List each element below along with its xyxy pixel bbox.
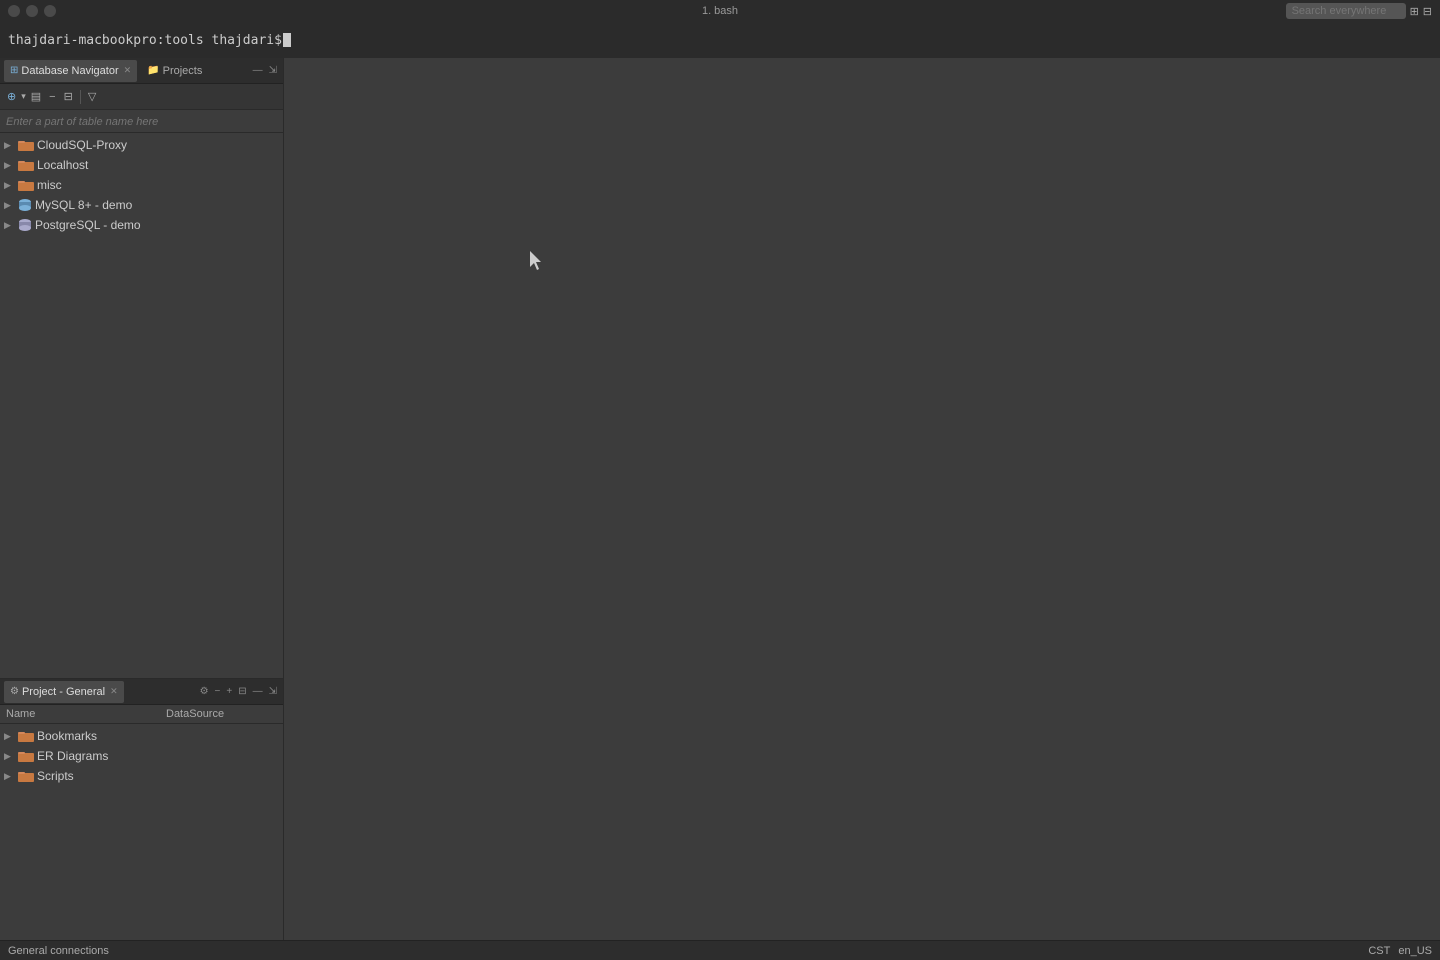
- misc-label: misc: [37, 178, 62, 192]
- col-header-name: Name: [6, 708, 166, 720]
- scripts-folder-icon: [18, 770, 34, 782]
- bookmarks-arrow: ▶: [4, 731, 18, 742]
- tab-database-navigator[interactable]: ⊞ Database Navigator ✕: [4, 60, 137, 82]
- db-navigator-icon: ⊞: [10, 65, 18, 76]
- mysql-db-icon: [18, 198, 32, 212]
- tab-projects-label: Projects: [163, 65, 203, 77]
- cursor-position: [530, 251, 544, 274]
- col-header-datasource: DataSource: [166, 708, 277, 720]
- tab-projects[interactable]: 📁 Projects: [141, 60, 208, 82]
- er-diagrams-folder-icon: [18, 750, 34, 762]
- scripts-arrow: ▶: [4, 771, 18, 782]
- project-general-panel: ⚙ Project - General ✕ ⚙ − + ⊟ — ⇲ Name D…: [0, 678, 283, 788]
- database-tree: ▶ CloudSQL-Proxy ▶: [0, 133, 283, 678]
- tab-project-general-close[interactable]: ✕: [110, 686, 118, 697]
- mysql-arrow: ▶: [4, 200, 18, 211]
- project-gear-icon: ⚙: [10, 686, 19, 697]
- title-bar: 1. bash ⊞ ⊟: [0, 0, 1440, 22]
- table-search-input[interactable]: [6, 116, 277, 128]
- top-panel-tab-bar: ⊞ Database Navigator ✕ 📁 Projects — ⇲: [0, 58, 283, 84]
- tree-item-localhost[interactable]: ▶ Localhost: [0, 155, 283, 175]
- main-layout: ⊞ Database Navigator ✕ 📁 Projects — ⇲ ⊕ …: [0, 58, 1440, 940]
- status-locale: en_US: [1398, 945, 1432, 957]
- cloudsql-arrow: ▶: [4, 140, 18, 151]
- status-bar: General connections CST en_US: [0, 940, 1440, 960]
- tree-item-mysql[interactable]: ▶ MySQL 8+ - demo: [0, 195, 283, 215]
- top-panel-toolbar: ⊕ ▾ ▤ − ⊟ ▽: [0, 84, 283, 110]
- top-panel-search: [0, 110, 283, 133]
- bottom-panel-window-icon[interactable]: ⇲: [267, 685, 279, 698]
- postgresql-arrow: ▶: [4, 220, 18, 231]
- projects-icon: 📁: [147, 65, 159, 76]
- maximize-button[interactable]: [44, 5, 56, 17]
- left-panel: ⊞ Database Navigator ✕ 📁 Projects — ⇲ ⊕ …: [0, 58, 284, 940]
- terminal-area[interactable]: thajdari-macbookpro:tools thajdari$: [0, 22, 1440, 58]
- group-button[interactable]: ▤: [28, 88, 44, 105]
- minimize-button[interactable]: [26, 5, 38, 17]
- new-connection-button[interactable]: ⊕: [4, 88, 19, 105]
- tab-project-general[interactable]: ⚙ Project - General ✕: [4, 681, 124, 703]
- localhost-arrow: ▶: [4, 160, 18, 171]
- top-panel-actions: — ⇲: [251, 64, 279, 77]
- misc-arrow: ▶: [4, 180, 18, 191]
- status-right: CST en_US: [1368, 945, 1432, 957]
- tab-project-general-label: Project - General: [22, 686, 105, 698]
- tree-item-scripts[interactable]: ▶ Scripts: [0, 766, 283, 786]
- cloudsql-folder-icon: [18, 139, 34, 151]
- bottom-panel-tab-bar: ⚙ Project - General ✕ ⚙ − + ⊟ — ⇲: [0, 679, 283, 705]
- close-button[interactable]: [8, 5, 20, 17]
- terminal-prompt: thajdari-macbookpro:tools thajdari$: [8, 33, 282, 48]
- top-panel-collapse-icon[interactable]: —: [251, 64, 265, 77]
- top-panel-expand-icon[interactable]: ⇲: [267, 64, 279, 77]
- bottom-panel-collapse-icon[interactable]: —: [251, 685, 265, 698]
- bottom-panel-minus-icon[interactable]: −: [213, 685, 223, 698]
- window-controls: [0, 5, 56, 17]
- er-diagrams-arrow: ▶: [4, 751, 18, 762]
- terminal-cursor: [283, 33, 291, 47]
- tree-item-bookmarks[interactable]: ▶ Bookmarks: [0, 726, 283, 746]
- tree-item-er-diagrams[interactable]: ▶ ER Diagrams: [0, 746, 283, 766]
- bottom-panel-plus-icon[interactable]: +: [224, 685, 234, 698]
- window-title: 1. bash: [702, 5, 738, 17]
- bottom-panel-actions: ⚙ − + ⊟ — ⇲: [198, 685, 279, 698]
- toolbar-sep-1: [80, 90, 81, 104]
- bottom-panel-gear-icon[interactable]: ⚙: [198, 685, 211, 698]
- tab-database-navigator-close[interactable]: ✕: [124, 65, 132, 76]
- tab-database-navigator-label: Database Navigator: [21, 65, 118, 77]
- title-bar-actions: ⊞ ⊟: [1286, 3, 1440, 19]
- status-cst: CST: [1368, 945, 1390, 957]
- properties-button[interactable]: ⊟: [61, 88, 76, 105]
- status-connections-text: General connections: [8, 945, 1368, 957]
- postgresql-label: PostgreSQL - demo: [35, 218, 141, 232]
- localhost-label: Localhost: [37, 158, 88, 172]
- global-search-input[interactable]: [1286, 3, 1406, 19]
- bottom-panel-columns: Name DataSource: [0, 705, 283, 724]
- tree-item-postgresql[interactable]: ▶ PostgreSQL - demo: [0, 215, 283, 235]
- tree-item-misc[interactable]: ▶ misc: [0, 175, 283, 195]
- localhost-folder-icon: [18, 159, 34, 171]
- tree-item-cloudsql[interactable]: ▶ CloudSQL-Proxy: [0, 135, 283, 155]
- new-connection-dropdown[interactable]: ▾: [21, 91, 26, 102]
- scripts-label: Scripts: [37, 769, 74, 783]
- mysql-label: MySQL 8+ - demo: [35, 198, 132, 212]
- misc-folder-icon: [18, 179, 34, 191]
- cloudsql-label: CloudSQL-Proxy: [37, 138, 127, 152]
- layout-icon[interactable]: ⊞: [1410, 5, 1419, 18]
- main-content-area: [284, 58, 1440, 940]
- postgresql-db-icon: [18, 218, 32, 232]
- minus-button[interactable]: −: [46, 89, 58, 105]
- project-general-tree: ▶ Bookmarks ▶: [0, 724, 283, 788]
- er-diagrams-label: ER Diagrams: [37, 749, 108, 763]
- split-icon[interactable]: ⊟: [1423, 5, 1432, 18]
- database-navigator-panel: ⊞ Database Navigator ✕ 📁 Projects — ⇲ ⊕ …: [0, 58, 283, 678]
- bookmarks-folder-icon: [18, 730, 34, 742]
- bookmarks-label: Bookmarks: [37, 729, 97, 743]
- filter-button[interactable]: ▽: [85, 88, 99, 105]
- bottom-panel-props-icon[interactable]: ⊟: [236, 685, 248, 698]
